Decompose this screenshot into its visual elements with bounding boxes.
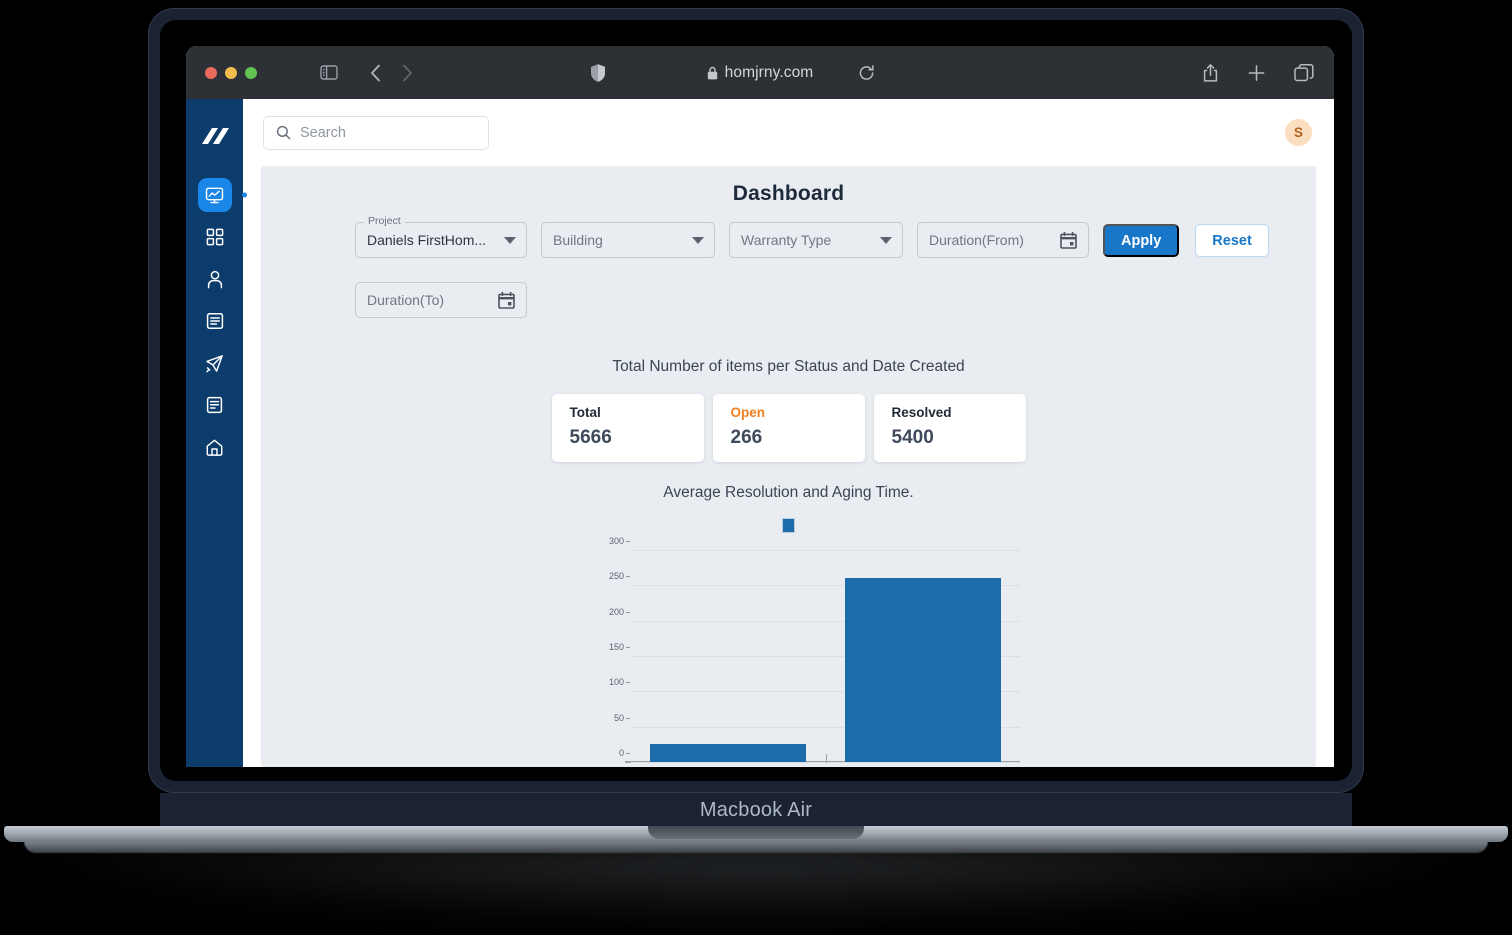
sidebar-item-dashboard[interactable] [197,178,232,212]
dashboard-panel: Dashboard Project Daniels FirstHom... Bu… [261,166,1316,767]
window-controls [205,66,257,79]
screenshot-stage: homjrny.com Search S Dashboard Project D… [0,0,1512,935]
project-value: Daniels FirstHom... [367,232,487,248]
app-topbar: Search S [243,99,1334,166]
sidebar-item-items[interactable] [198,304,232,338]
project-select[interactable]: Project Daniels FirstHom... [355,215,527,258]
homjrny-logo[interactable] [198,125,232,152]
stats-heading: Total Number of items per Status and Dat… [612,358,965,375]
laptop-under-edge [24,841,1488,853]
y-axis-tick-label: 0 [618,748,631,758]
calendar-icon[interactable] [1059,231,1078,250]
chevron-down-icon [880,236,892,244]
y-axis-tick-label: 250 [608,571,631,582]
legend-swatch[interactable] [782,518,795,533]
avatar[interactable]: S [1285,119,1312,146]
shield-icon[interactable] [590,63,606,82]
filter-bar: Project Daniels FirstHom... Building War… [261,215,1316,318]
chevron-down-icon [692,236,704,244]
close-window-button[interactable] [205,66,217,79]
sidebar-toggle-icon[interactable] [320,65,338,80]
document-icon [206,396,223,414]
stat-label: Resolved [891,405,952,420]
y-axis-tick-label: 200 [608,606,631,617]
gridline [631,550,1020,551]
user-icon [207,270,222,288]
stat-card-total: Total 5666 [551,394,704,462]
chart-plot-area: 0 50 100 150 200 250 300 [609,536,1020,763]
stat-cards: Total 5666 Open 266 Resolved 5400 [261,394,1316,462]
page-title: Dashboard [732,182,845,205]
warranty-placeholder: Warranty Type [741,232,832,248]
y-axis-tick-label: 50 [613,712,631,723]
bar-chart: 0 50 100 150 200 250 300 [261,536,1316,767]
x-axis-tick [825,754,827,763]
chevron-down-icon [504,236,516,244]
reload-icon[interactable] [858,64,875,81]
forward-chevron-icon[interactable] [402,64,413,82]
apply-button[interactable]: Apply [1103,224,1180,257]
app-content: Search S Dashboard Project Daniels First… [243,99,1334,767]
search-input[interactable]: Search [263,115,489,150]
y-axis-tick-label: 300 [608,536,631,546]
maximize-window-button[interactable] [245,66,257,79]
calendar-icon[interactable] [497,291,516,310]
browser-window: homjrny.com Search S Dashboard Project D… [186,46,1334,767]
toolbar-actions [1202,63,1314,82]
sidebar-item-apps[interactable] [198,220,232,254]
plus-icon[interactable] [1247,63,1266,82]
home-icon [206,439,223,456]
tab-overview-icon[interactable] [1294,63,1314,82]
sidebar-item-documents[interactable] [198,388,232,422]
sidebar-item-home[interactable] [198,430,232,464]
stat-label: Total [569,405,601,420]
y-axis-tick-label: 150 [608,642,631,652]
duration-from-input[interactable]: Duration(From) [917,222,1089,258]
stat-card-resolved: Resolved 5400 [873,394,1026,462]
url-text: homjrny.com [724,63,814,81]
building-placeholder: Building [553,232,603,248]
stat-value: 5400 [891,427,934,448]
address-bar[interactable]: homjrny.com [186,64,1334,82]
apps-grid-icon [206,228,223,246]
app-sidebar [186,99,243,767]
project-label: Project [364,215,405,227]
chart-bar[interactable] [844,578,1001,762]
sidebar-item-users[interactable] [198,262,232,296]
minimize-window-button[interactable] [225,66,237,79]
building-select[interactable]: Building [541,222,715,258]
sidebar-item-send[interactable] [198,346,232,380]
lock-icon [707,66,717,79]
y-axis-tick-label: 100 [608,677,631,688]
stat-value: 266 [730,427,763,448]
dashboard-monitor-icon [205,187,224,203]
stat-value: 5666 [569,427,612,448]
warranty-type-select[interactable]: Warranty Type [729,222,903,258]
chart-bar[interactable] [650,744,807,762]
stat-label: Open [730,405,766,420]
browser-toolbar: homjrny.com [186,46,1334,99]
reset-button[interactable]: Reset [1195,224,1269,257]
laptop-screen: homjrny.com Search S Dashboard Project D… [160,20,1352,781]
device-label: Macbook Air [160,793,1352,828]
share-icon[interactable] [1202,63,1219,82]
duration-to-placeholder: Duration(To) [367,292,445,308]
back-chevron-icon[interactable] [370,64,381,82]
chart-legend [261,518,1316,533]
laptop-shadow [30,846,1482,926]
paper-plane-icon [206,354,223,372]
laptop-notch [648,826,864,839]
search-placeholder: Search [300,124,346,141]
list-icon [206,313,223,329]
stat-card-open: Open 266 [712,394,865,462]
search-icon [276,125,291,140]
duration-to-input[interactable]: Duration(To) [355,282,527,318]
duration-from-placeholder: Duration(From) [929,232,1024,248]
chart-title: Average Resolution and Aging Time. [663,484,914,501]
app-shell: Search S Dashboard Project Daniels First… [186,99,1334,767]
